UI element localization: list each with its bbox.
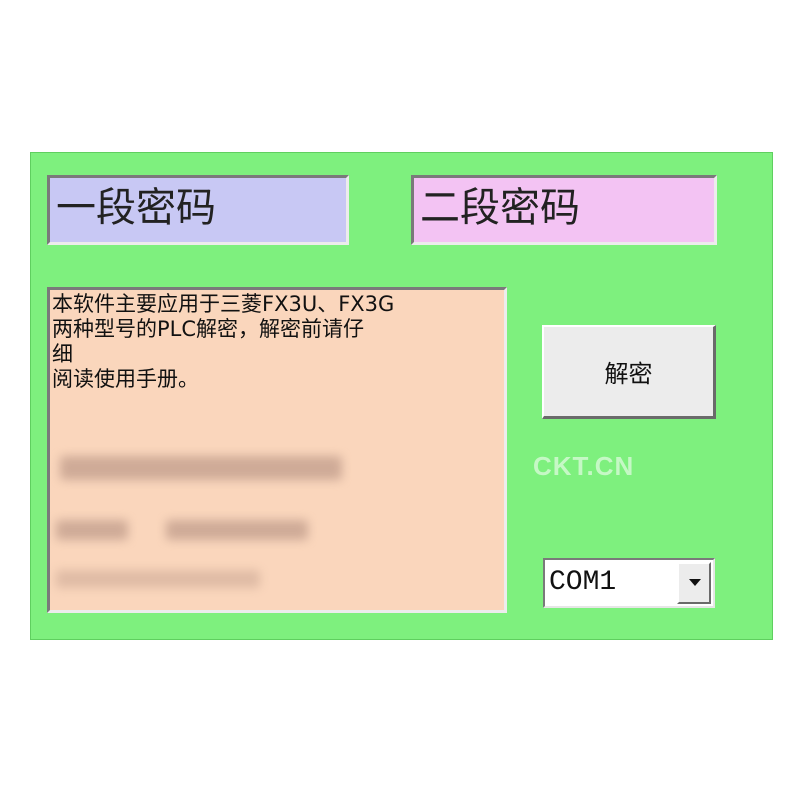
second-stage-password-field[interactable]: 二段密码 bbox=[411, 175, 717, 245]
blurred-text bbox=[166, 520, 308, 540]
blurred-text bbox=[56, 520, 128, 540]
com-port-value: COM1 bbox=[549, 567, 617, 598]
watermark-text: CKT.CN bbox=[533, 451, 635, 481]
first-stage-password-field[interactable]: 一段密码 bbox=[47, 175, 349, 245]
decrypt-button[interactable]: 解密 bbox=[542, 325, 716, 419]
chevron-down-icon[interactable] bbox=[677, 562, 711, 604]
info-line: 两种型号的PLC解密，解密前请仔 bbox=[52, 317, 365, 341]
info-textbox[interactable]: 本软件主要应用于三菱FX3U、FX3G 两种型号的PLC解密，解密前请仔 细 阅… bbox=[47, 287, 507, 613]
info-line: 阅读使用手册。 bbox=[52, 367, 199, 391]
com-port-select[interactable]: COM1 bbox=[543, 558, 715, 608]
blurred-text bbox=[60, 456, 342, 480]
decrypt-tool-window: 一段密码 二段密码 本软件主要应用于三菱FX3U、FX3G 两种型号的PLC解密… bbox=[30, 152, 773, 640]
info-line: 细 bbox=[52, 342, 73, 366]
blurred-text bbox=[56, 570, 260, 588]
info-line: 本软件主要应用于三菱FX3U、FX3G bbox=[52, 292, 395, 316]
